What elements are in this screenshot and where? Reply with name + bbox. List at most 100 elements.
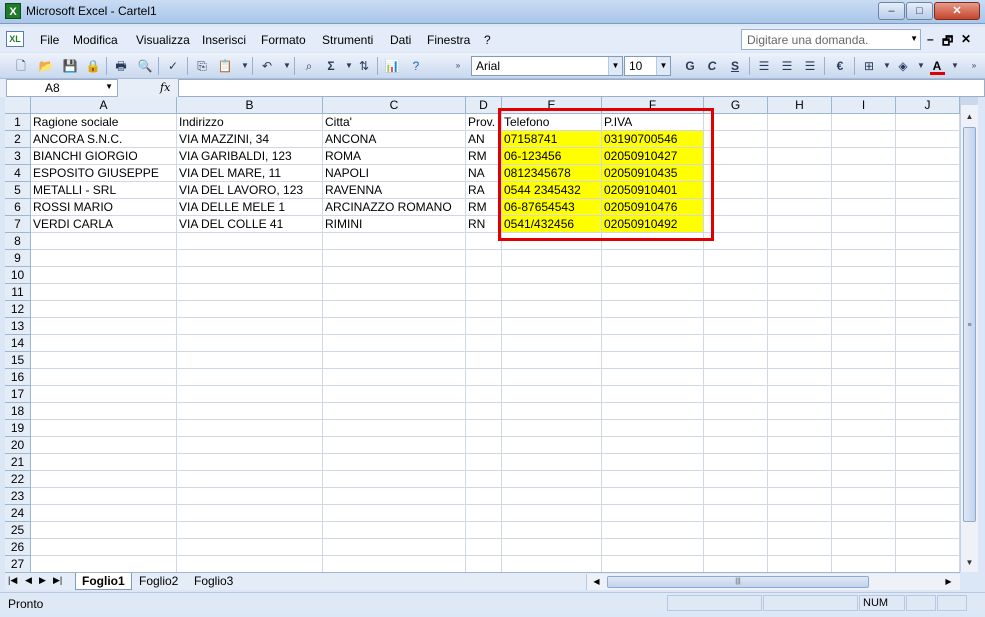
insert-function-icon[interactable]: fx xyxy=(160,81,170,94)
cell[interactable] xyxy=(323,420,466,437)
cell[interactable] xyxy=(502,301,602,318)
cell[interactable] xyxy=(602,556,704,572)
cell[interactable] xyxy=(323,267,466,284)
cell[interactable] xyxy=(832,165,896,182)
row-header[interactable]: 11 xyxy=(5,284,31,301)
select-all-corner[interactable] xyxy=(5,97,31,114)
menu-file[interactable]: File xyxy=(40,33,59,47)
cell[interactable] xyxy=(323,250,466,267)
cell[interactable] xyxy=(502,471,602,488)
cell[interactable] xyxy=(502,522,602,539)
cell[interactable] xyxy=(502,505,602,522)
cell[interactable] xyxy=(768,505,832,522)
row-header[interactable]: 13 xyxy=(5,318,31,335)
cell[interactable] xyxy=(832,522,896,539)
cell[interactable] xyxy=(466,471,502,488)
last-sheet-icon[interactable]: ▶| xyxy=(53,575,62,586)
cell[interactable] xyxy=(466,386,502,403)
cell[interactable] xyxy=(768,471,832,488)
cell[interactable] xyxy=(768,267,832,284)
cell[interactable] xyxy=(768,352,832,369)
cell[interactable] xyxy=(177,301,323,318)
cell[interactable] xyxy=(896,539,960,556)
toolbar-options-icon[interactable]: » xyxy=(449,57,467,75)
first-sheet-icon[interactable]: |◀ xyxy=(8,575,17,586)
cell[interactable]: VIA DEL LAVORO, 123 xyxy=(177,182,323,199)
cell[interactable] xyxy=(704,165,768,182)
cell[interactable] xyxy=(704,522,768,539)
cell[interactable] xyxy=(832,539,896,556)
cell[interactable]: RM xyxy=(466,148,502,165)
cell[interactable] xyxy=(602,284,704,301)
cell[interactable]: 0544 2345432 xyxy=(502,182,602,199)
cell[interactable] xyxy=(502,420,602,437)
menu-visualizza[interactable]: Visualizza xyxy=(136,33,190,47)
cell[interactable]: ROSSI MARIO xyxy=(31,199,177,216)
sheet-tab-foglio2[interactable]: Foglio2 xyxy=(133,573,184,590)
cell[interactable] xyxy=(31,250,177,267)
cell[interactable] xyxy=(704,284,768,301)
column-header-j[interactable]: J xyxy=(896,97,960,114)
cell[interactable] xyxy=(896,454,960,471)
cell[interactable]: 02050910476 xyxy=(602,199,704,216)
cell[interactable] xyxy=(768,318,832,335)
cell[interactable] xyxy=(704,471,768,488)
save-icon[interactable]: 💾 xyxy=(61,57,79,75)
cell[interactable] xyxy=(177,522,323,539)
cell[interactable] xyxy=(704,556,768,572)
help-icon[interactable]: ? xyxy=(407,57,425,75)
cell[interactable] xyxy=(704,539,768,556)
cell[interactable] xyxy=(896,301,960,318)
cell[interactable] xyxy=(31,386,177,403)
vertical-split-handle[interactable] xyxy=(961,97,978,105)
cell[interactable] xyxy=(704,488,768,505)
cell[interactable] xyxy=(704,114,768,131)
cell[interactable] xyxy=(602,522,704,539)
cell[interactable] xyxy=(704,216,768,233)
minimize-button[interactable]: – xyxy=(878,2,905,20)
vertical-scrollbar[interactable]: ▲ ≡ ▼ xyxy=(960,97,978,572)
font-size-combo[interactable]: 10 ▼ xyxy=(624,56,671,76)
cell[interactable] xyxy=(323,522,466,539)
cell[interactable]: ANCORA S.N.C. xyxy=(31,131,177,148)
cell[interactable] xyxy=(177,420,323,437)
cell[interactable] xyxy=(502,267,602,284)
cell[interactable] xyxy=(768,369,832,386)
cell[interactable] xyxy=(177,505,323,522)
cell[interactable] xyxy=(832,403,896,420)
cell[interactable] xyxy=(832,318,896,335)
cell[interactable]: BIANCHI GIORGIO xyxy=(31,148,177,165)
help-dropdown-arrow-icon[interactable]: ▼ xyxy=(910,34,918,43)
cell[interactable] xyxy=(832,505,896,522)
cell[interactable]: 02050910492 xyxy=(602,216,704,233)
cell[interactable]: 02050910401 xyxy=(602,182,704,199)
cell[interactable]: VIA MAZZINI, 34 xyxy=(177,131,323,148)
cell[interactable] xyxy=(704,199,768,216)
row-header[interactable]: 6 xyxy=(5,199,31,216)
cell[interactable] xyxy=(704,369,768,386)
cell[interactable] xyxy=(466,488,502,505)
chart-wizard-icon[interactable]: 📊 xyxy=(383,57,401,75)
cell[interactable] xyxy=(832,471,896,488)
cell[interactable]: Citta' xyxy=(323,114,466,131)
cell[interactable] xyxy=(768,386,832,403)
row-header[interactable]: 26 xyxy=(5,539,31,556)
name-box[interactable]: A8 ▼ xyxy=(6,79,118,97)
cell[interactable] xyxy=(466,522,502,539)
cell[interactable] xyxy=(466,403,502,420)
cell[interactable]: ARCINAZZO ROMANO xyxy=(323,199,466,216)
cell[interactable] xyxy=(832,267,896,284)
worksheet-grid[interactable]: A B C D E F G H I J 1 Ragione sociale Indirizzo Citta… xyxy=(5,97,960,572)
cell[interactable] xyxy=(768,454,832,471)
cell[interactable] xyxy=(896,369,960,386)
cell[interactable] xyxy=(177,352,323,369)
cell[interactable] xyxy=(323,454,466,471)
cell[interactable] xyxy=(466,369,502,386)
cell[interactable] xyxy=(832,369,896,386)
cell[interactable] xyxy=(602,233,704,250)
row-header[interactable]: 27 xyxy=(5,556,31,572)
cell[interactable] xyxy=(602,471,704,488)
cell[interactable]: Indirizzo xyxy=(177,114,323,131)
cell[interactable] xyxy=(466,437,502,454)
row-header[interactable]: 18 xyxy=(5,403,31,420)
